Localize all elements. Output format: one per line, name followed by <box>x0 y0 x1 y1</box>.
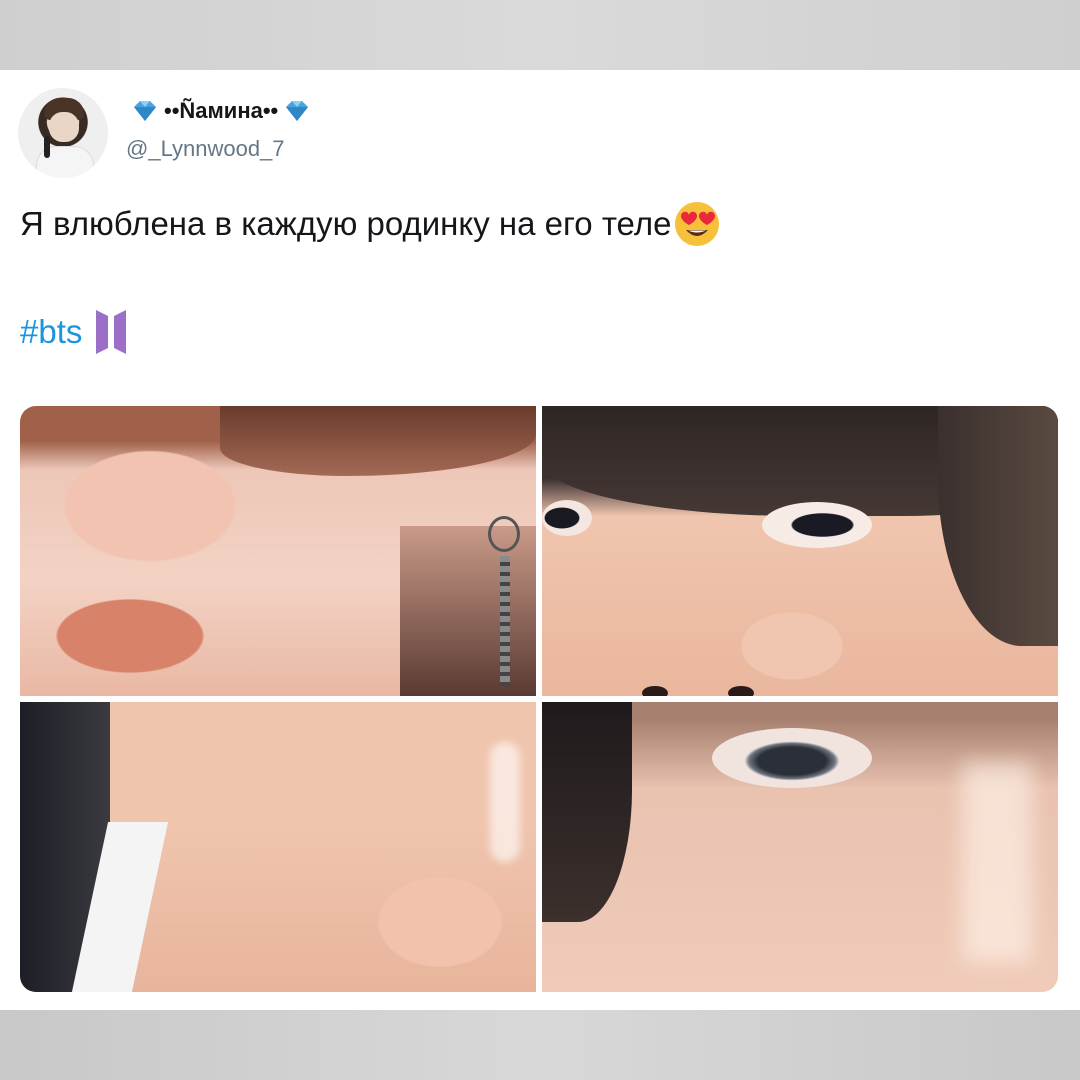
bottom-frame-band <box>0 1010 1080 1080</box>
author-name-row[interactable]: ••Ñамина•• <box>130 96 312 126</box>
hashtag-row: #bts <box>20 308 128 356</box>
tweet-text-body: Я влюблена в каждую родинку на его теле <box>20 205 672 242</box>
user-handle[interactable]: @_Lynnwood_7 <box>126 136 285 162</box>
bts-logo-icon <box>96 310 127 354</box>
gem-icon <box>286 101 309 121</box>
gem-icon <box>134 101 156 121</box>
display-name: ••Ñамина•• <box>164 98 279 123</box>
heart-eyes-emoji-icon <box>675 202 720 246</box>
photo-1[interactable] <box>20 406 536 696</box>
photo-2[interactable] <box>542 406 1058 696</box>
tweet-card: ••Ñамина•• @_Lynnwood_7 Я влюблена в каж… <box>0 70 1080 1010</box>
tweet-text: Я влюблена в каждую родинку на его теле <box>20 200 721 248</box>
photo-grid <box>20 406 1058 992</box>
photo-3[interactable] <box>20 702 536 992</box>
top-frame-band <box>0 0 1080 70</box>
hashtag-link[interactable]: #bts <box>20 313 82 351</box>
photo-4[interactable] <box>542 702 1058 992</box>
avatar[interactable] <box>18 88 108 178</box>
